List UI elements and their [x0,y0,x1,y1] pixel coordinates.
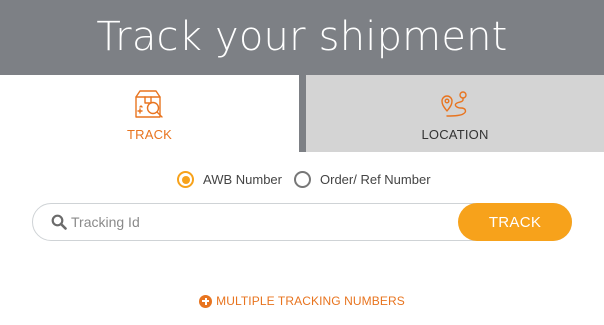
tab-track-label: TRACK [126,127,173,142]
radio-awb-label: AWB Number [203,172,282,187]
multiple-tracking-link[interactable]: MULTIPLE TRACKING NUMBERS [0,294,604,308]
tab-location-label: LOCATION [421,127,489,142]
search-icon [51,214,67,230]
route-pin-icon [441,91,467,117]
package-search-icon [134,90,163,118]
tab-location[interactable]: LOCATION [306,75,604,152]
tab-track[interactable]: TRACK [0,75,299,152]
tracking-id-input[interactable] [71,208,451,236]
radio-order-label: Order/ Ref Number [320,172,431,187]
tab-bar: TRACK LOCATION [0,75,604,152]
page-header: Track your shipment [0,0,604,75]
page-title: Track your shipment [96,13,508,60]
radio-selected-icon[interactable] [177,171,194,188]
multiple-tracking-label: MULTIPLE TRACKING NUMBERS [216,294,405,308]
lookup-type-group: AWB Number Order/ Ref Number [0,171,604,191]
radio-order-ref-number[interactable]: Order/ Ref Number [294,171,431,188]
radio-unselected-icon[interactable] [294,171,311,188]
radio-awb-number[interactable]: AWB Number [177,171,282,188]
track-button[interactable]: TRACK [458,203,572,241]
tab-divider [299,75,306,152]
plus-circle-icon [199,294,213,308]
